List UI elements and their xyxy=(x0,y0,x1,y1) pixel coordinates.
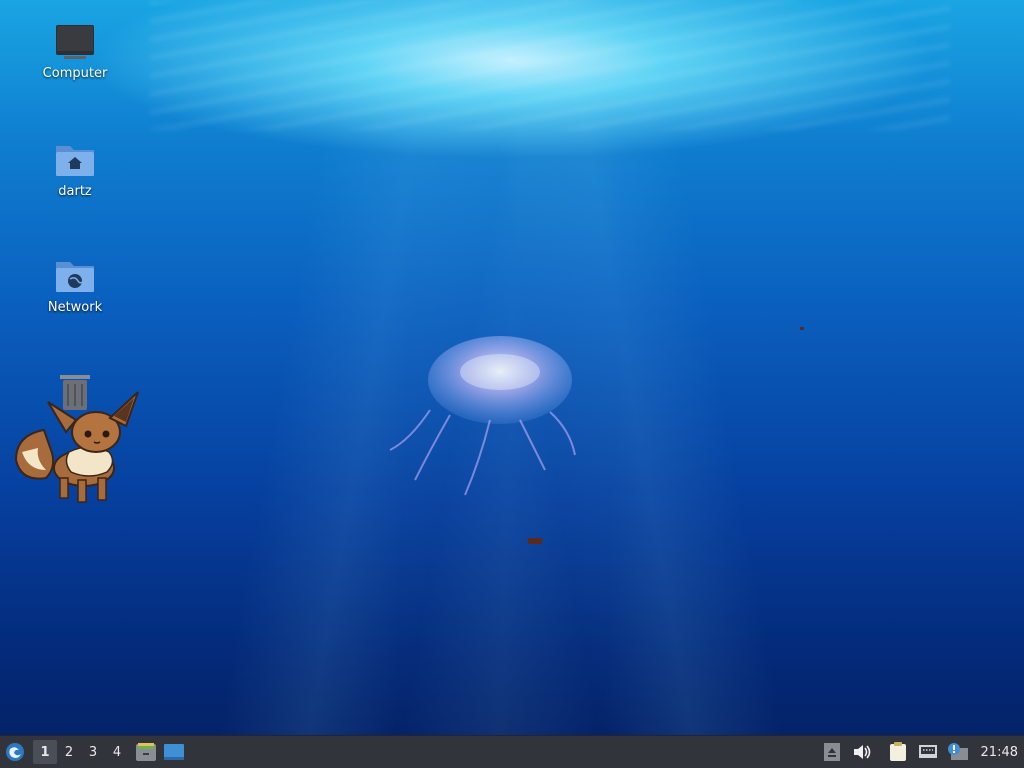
show-desktop-icon xyxy=(164,744,184,760)
eevee-sprite[interactable] xyxy=(14,390,144,508)
computer-icon xyxy=(54,22,96,62)
show-desktop-launcher[interactable] xyxy=(161,739,187,765)
network-folder-icon xyxy=(54,256,96,296)
jellyfish-image xyxy=(389,336,576,496)
update-notifier-icon xyxy=(947,743,968,760)
clipboard-button[interactable] xyxy=(885,739,911,765)
desktop-icon-home[interactable]: dartz xyxy=(25,140,125,199)
update-notifier-button[interactable] xyxy=(945,739,971,765)
network-icon xyxy=(918,745,937,758)
desktop-icon-computer[interactable]: Computer xyxy=(25,22,125,81)
up-arrow-icon xyxy=(823,743,840,761)
clipboard-icon xyxy=(889,742,906,761)
desktop-icon-label: dartz xyxy=(58,184,92,199)
tray-expand-button[interactable] xyxy=(819,739,845,765)
desktop-icon-network[interactable]: Network xyxy=(25,256,125,315)
network-button[interactable] xyxy=(915,739,941,765)
desktop-icon-label: Computer xyxy=(42,66,108,81)
volume-icon xyxy=(853,745,870,759)
home-folder-icon xyxy=(54,140,96,180)
wallpaper-speck xyxy=(528,538,542,544)
taskbar: 1 2 3 4 21:48 xyxy=(0,735,1024,768)
workspace-3-button[interactable]: 3 xyxy=(81,740,105,764)
desktop-icon-label: Network xyxy=(47,300,103,315)
file-manager-launcher[interactable] xyxy=(133,739,159,765)
workspace-4-button[interactable]: 4 xyxy=(105,740,129,764)
wallpaper-surface xyxy=(150,0,950,130)
workspace-2-button[interactable]: 2 xyxy=(57,740,81,764)
lxqt-menu-icon xyxy=(6,743,24,761)
volume-button[interactable] xyxy=(849,739,875,765)
start-menu-button[interactable] xyxy=(0,736,30,768)
workspace-1-button[interactable]: 1 xyxy=(33,740,57,764)
clock[interactable]: 21:48 xyxy=(981,745,1018,760)
file-manager-icon xyxy=(136,743,156,761)
wallpaper-speck xyxy=(800,327,804,330)
